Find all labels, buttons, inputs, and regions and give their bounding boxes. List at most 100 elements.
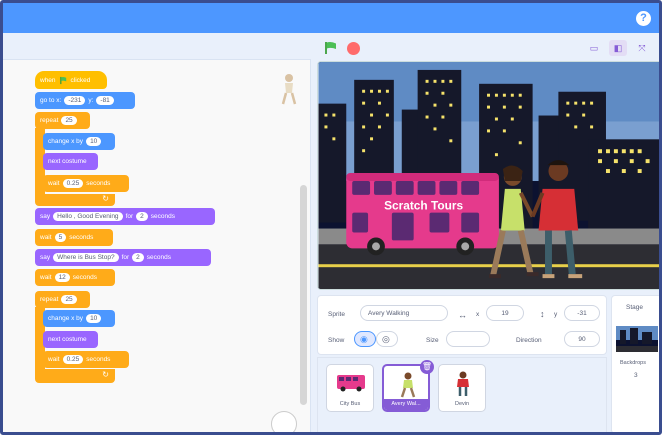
change-x-block[interactable]: change x by 10 [43,310,115,327]
stop-icon[interactable] [347,42,360,55]
repeat-count-input[interactable]: 25 [61,295,77,304]
say-for-secs-block[interactable]: say Where is Bus Stop? for 2 seconds [35,249,211,266]
hide-icon[interactable]: ◎ [376,331,398,347]
block-label: seconds [86,356,111,363]
block-label: repeat [40,117,59,124]
scratch-window: ? when clicked go to x: -231 y: -81 repe… [0,0,662,435]
block-label: wait [48,356,60,363]
green-flag-icon [59,76,66,84]
delete-sprite-icon[interactable]: 🗑 [420,360,434,374]
when-flag-clicked-block[interactable]: when clicked [35,71,107,89]
direction-label: Direction [516,337,542,344]
sprite-tile-name: Devin [454,401,470,407]
block-label: seconds [150,213,175,220]
stage-title: Stage [626,304,643,311]
large-stage-icon[interactable]: ◧ [609,40,627,56]
bus-thumbnail-icon [337,375,365,392]
say-text-input[interactable]: Where is Bus Stop? [53,253,119,262]
block-label: for [121,254,130,261]
code-area-scrollbar[interactable] [300,185,307,405]
block-label: repeat [40,296,59,303]
next-costume-block[interactable]: next costume [43,331,98,348]
loop-arrow-icon: ↻ [102,194,109,203]
block-label: change x by [48,315,84,322]
block-label: seconds [72,274,98,281]
sprite-tile-devin[interactable]: Devin [438,364,486,412]
wait-input[interactable]: 5 [54,233,67,242]
sprite-name-field[interactable]: Avery Walking [360,305,448,321]
change-x-input[interactable]: 10 [86,314,102,323]
fullscreen-icon[interactable]: ⤧ [633,40,651,56]
backdrops-label: Backdrops [620,360,646,366]
y-input[interactable]: -81 [96,96,114,105]
say-text-input[interactable]: Hello , Good Evening [53,212,123,221]
block-label: for [125,213,134,220]
wait-block[interactable]: wait 5 seconds [35,229,113,246]
size-label: Size [426,337,439,344]
block-label: next costume [48,158,87,165]
next-costume-block[interactable]: next costume [43,153,98,170]
sprite-list: City Bus 🗑 Avery Wal... Devin [317,357,607,432]
y-arrows-icon: ↕ [540,309,545,319]
sprite-thumbnail-icon [281,74,297,105]
block-label: change x by [48,138,84,145]
change-x-input[interactable]: 10 [86,137,102,146]
wait-input[interactable]: 0.25 [62,355,84,364]
stage-pane[interactable]: Stage Backdrops 3 [611,295,659,432]
avery-thumbnail-icon [400,372,416,398]
wait-block[interactable]: wait 0.25 seconds [43,351,129,368]
loop-arrow-icon: ↻ [102,370,109,379]
backdrops-count: 3 [634,372,638,379]
x-input[interactable]: -231 [64,96,86,105]
green-flag-icon[interactable] [323,41,339,55]
bus-text: Scratch Tours [384,199,463,213]
sprite-tile-name: Avery Wal... [384,399,428,410]
backdrop-thumbnail-icon [616,326,658,352]
wait-block[interactable]: wait 0.25 seconds [43,175,129,192]
say-secs-input[interactable]: 2 [136,212,148,221]
block-label: when [40,76,56,84]
block-label: wait [48,180,60,187]
road-line [318,264,659,268]
block-label: wait [40,234,52,241]
y-label: y [554,311,558,318]
size-field[interactable] [446,331,490,347]
repeat-block-foot: ↻ [35,194,115,206]
direction-field[interactable]: 90 [564,331,600,347]
y-field[interactable]: -31 [564,305,600,321]
block-label: wait [40,274,52,281]
sprite-label: Sprite [328,311,345,318]
sprite-tile-city-bus[interactable]: City Bus [326,364,374,412]
block-label: seconds [69,234,94,241]
block-label: go to x: [40,97,62,104]
repeat-block[interactable]: repeat 25 [35,112,90,129]
sprite-info-panel: Sprite Avery Walking ↔ x 19 ↕ y -31 Show… [317,295,607,355]
sprite-tile-avery-walking[interactable]: 🗑 Avery Wal... [382,360,434,412]
say-for-secs-block[interactable]: say Hello , Good Evening for 2 seconds [35,208,215,225]
show-label: Show [328,337,345,344]
help-icon[interactable]: ? [636,11,651,26]
bus-sprite: Scratch Tours [346,173,499,256]
block-label: seconds [86,180,111,187]
show-visible-icon[interactable]: ◉ [354,331,376,347]
x-field[interactable]: 19 [486,305,524,321]
repeat-count-input[interactable]: 25 [61,116,77,125]
go-to-xy-block[interactable]: go to x: -231 y: -81 [35,92,135,109]
block-label: next costume [48,336,87,343]
block-label: y: [88,97,94,104]
stage-canvas[interactable]: Scratch Tours [317,61,662,290]
zoom-button[interactable] [271,411,297,432]
wait-input[interactable]: 12 [54,273,70,282]
small-stage-icon[interactable]: ▭ [585,40,603,56]
say-secs-input[interactable]: 2 [132,253,144,262]
block-label: clicked [70,76,91,84]
editor-tab-strip [3,33,313,59]
devin-thumbnail-icon [457,371,469,396]
wait-input[interactable]: 0.25 [62,179,84,188]
change-x-block[interactable]: change x by 10 [43,133,115,150]
sprite-tile-name: City Bus [339,401,361,407]
wait-block[interactable]: wait 12 seconds [35,269,115,286]
block-label: say [40,213,51,220]
repeat-block-foot: ↻ [35,369,115,383]
repeat-block[interactable]: repeat 25 [35,291,90,308]
